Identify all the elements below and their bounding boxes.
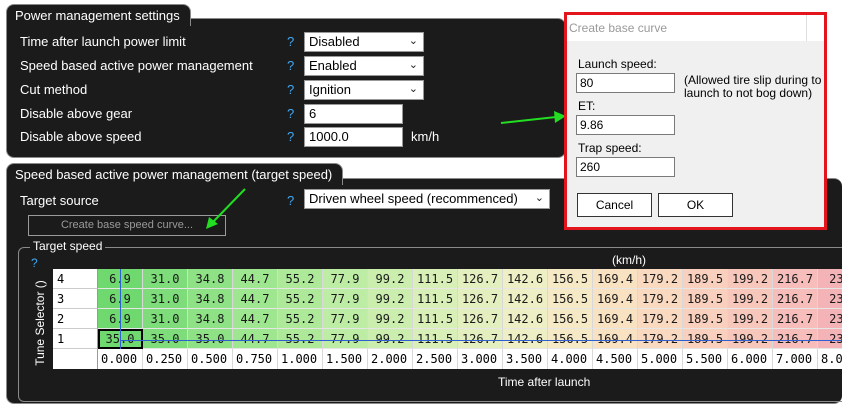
arrow-to-dialog-icon bbox=[500, 111, 566, 124]
arrow-to-create-button-icon bbox=[206, 188, 246, 229]
launch-note: (Allowed tire slip during to launch to n… bbox=[684, 73, 822, 100]
et-input[interactable] bbox=[576, 115, 675, 135]
cancel-button[interactable]: Cancel bbox=[577, 193, 652, 217]
create-base-curve-dialog: Create base curve Launch speed: (Allowed… bbox=[564, 12, 827, 230]
launch-speed-input[interactable] bbox=[576, 73, 675, 93]
dialog-title: Create base curve bbox=[567, 15, 824, 41]
ok-button[interactable]: OK bbox=[658, 193, 733, 217]
trap-speed-label: Trap speed: bbox=[578, 141, 642, 155]
launch-speed-label: Launch speed: bbox=[578, 57, 657, 71]
trap-speed-input[interactable] bbox=[576, 157, 675, 177]
et-label: ET: bbox=[578, 99, 596, 113]
dialog-close-button[interactable] bbox=[806, 15, 824, 41]
